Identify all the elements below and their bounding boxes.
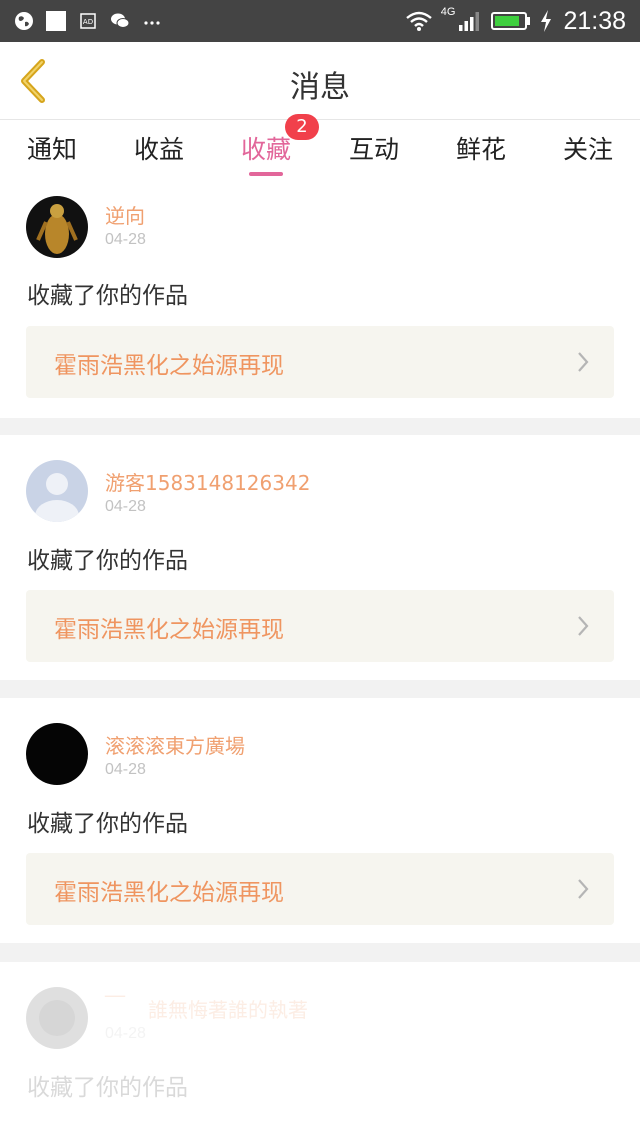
- message-date: 04-28: [105, 498, 146, 515]
- message-card: 逆向 04-28 收藏了你的作品 霍雨浩黑化之始源再现: [0, 178, 640, 418]
- battery-icon: [491, 12, 531, 30]
- status-bar: AD 4G 21:38: [0, 0, 640, 42]
- tab-notifications[interactable]: 通知: [12, 130, 92, 166]
- message-date: 04-28: [105, 231, 146, 248]
- chevron-right-icon: [578, 616, 589, 636]
- username[interactable]: 滚滚滚東方廣場: [105, 730, 245, 759]
- username-prefix: ‾‾: [105, 992, 125, 1016]
- tab-bar: 通知 收益 收藏 2 互动 鲜花 关注: [0, 114, 640, 178]
- tab-earnings[interactable]: 收益: [119, 130, 199, 166]
- work-link[interactable]: 霍雨浩黑化之始源再现: [26, 590, 614, 662]
- notification-square-icon: [46, 11, 66, 31]
- network-type-label: 4G: [440, 6, 456, 18]
- wifi-icon: [405, 11, 432, 31]
- globe-icon: [15, 12, 33, 30]
- username[interactable]: 逆向: [105, 200, 145, 229]
- avatar[interactable]: [26, 196, 88, 258]
- work-link[interactable]: 霍雨浩黑化之始源再现: [26, 326, 614, 398]
- chevron-right-icon: [578, 352, 589, 372]
- page-title: 消息: [290, 70, 350, 105]
- message-action-text: 收藏了你的作品: [27, 548, 188, 574]
- tab-flowers[interactable]: 鲜花: [441, 130, 521, 166]
- signal-icon: [459, 12, 480, 31]
- username[interactable]: 誰無悔著誰的執著: [148, 994, 308, 1023]
- tab-favorites-badge: 2: [285, 114, 319, 140]
- avatar[interactable]: [26, 723, 88, 785]
- charging-icon: [541, 10, 552, 32]
- work-title: 霍雨浩黑化之始源再现: [54, 880, 284, 906]
- tab-follows[interactable]: 关注: [548, 130, 628, 166]
- wechat-icon: [111, 13, 130, 28]
- header-bar: 消息: [0, 42, 640, 120]
- message-date: 04-28: [105, 1025, 146, 1042]
- ad-icon: AD: [80, 13, 96, 29]
- status-time: 21:38: [563, 6, 626, 35]
- message-card: 游客1583148126342 04-28 收藏了你的作品 霍雨浩黑化之始源再现: [0, 435, 640, 680]
- avatar[interactable]: [26, 987, 88, 1049]
- message-date: 04-28: [105, 761, 146, 778]
- work-link[interactable]: 霍雨浩黑化之始源再现: [26, 853, 614, 925]
- work-title: 霍雨浩黑化之始源再现: [54, 353, 284, 379]
- message-action-text: 收藏了你的作品: [27, 283, 188, 309]
- more-icon: [144, 21, 160, 25]
- message-card: ‾‾ 誰無悔著誰的執著 04-28 收藏了你的作品: [0, 962, 640, 1138]
- active-tab-indicator: [249, 172, 283, 176]
- username[interactable]: 游客1583148126342: [105, 467, 310, 496]
- chevron-right-icon: [578, 879, 589, 899]
- avatar[interactable]: [26, 460, 88, 522]
- work-title: 霍雨浩黑化之始源再现: [54, 617, 284, 643]
- svg-text:AD: AD: [83, 18, 93, 26]
- tab-interactions[interactable]: 互动: [334, 130, 414, 166]
- message-card: 滚滚滚東方廣場 04-28 收藏了你的作品 霍雨浩黑化之始源再现: [0, 698, 640, 943]
- message-action-text: 收藏了你的作品: [27, 811, 188, 837]
- message-action-text: 收藏了你的作品: [27, 1075, 188, 1101]
